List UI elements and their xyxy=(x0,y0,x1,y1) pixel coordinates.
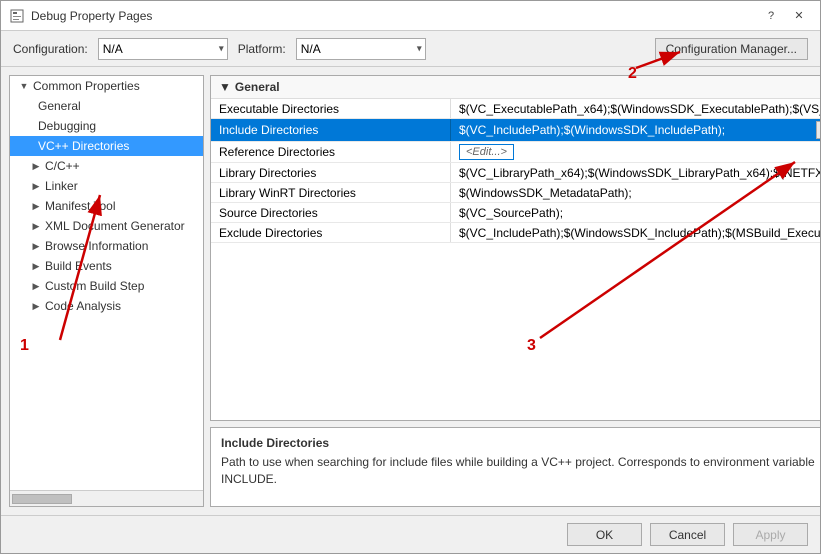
config-bar: Configuration: N/A Platform: N/A Configu… xyxy=(1,31,820,67)
config-select-wrapper: N/A xyxy=(98,38,228,60)
tree-item-custom-build-label: Custom Build Step xyxy=(45,279,144,293)
config-label: Configuration: xyxy=(13,42,88,56)
description-title: Include Directories xyxy=(221,436,820,450)
tree-item-browse-info[interactable]: ▶ Browse Information xyxy=(10,236,203,256)
close-button[interactable]: ✕ xyxy=(786,6,812,26)
description-text: Path to use when searching for include f… xyxy=(221,454,820,488)
prop-value-winrt: $(WindowsSDK_MetadataPath); xyxy=(451,183,820,202)
build-events-expander-icon: ▶ xyxy=(30,260,42,272)
prop-value-text-source: $(VC_SourcePath); xyxy=(459,206,820,220)
prop-value-text-library: $(VC_LibraryPath_x64);$(WindowsSDK_Libra… xyxy=(459,166,820,180)
tree-item-vc-directories[interactable]: VC++ Directories xyxy=(10,136,203,156)
section-expander-icon: ▼ xyxy=(219,80,231,94)
properties-icon xyxy=(9,8,25,24)
prop-name-include: Include Directories xyxy=(211,119,451,141)
title-bar-controls: ? ✕ xyxy=(758,6,812,26)
prop-name-source: Source Directories xyxy=(211,203,451,222)
title-bar-left: Debug Property Pages xyxy=(9,8,152,24)
prop-value-library: $(VC_LibraryPath_x64);$(WindowsSDK_Libra… xyxy=(451,163,820,182)
tree-item-linker[interactable]: ▶ Linker xyxy=(10,176,203,196)
linker-expander-icon: ▶ xyxy=(30,180,42,192)
tree-item-cpp-label: C/C++ xyxy=(45,159,80,173)
tree-item-xml-label: XML Document Generator xyxy=(45,219,185,233)
manifest-expander-icon: ▶ xyxy=(30,200,42,212)
table-row-exclude[interactable]: Exclude Directories $(VC_IncludePath);$(… xyxy=(211,223,820,243)
tree-root-label: Common Properties xyxy=(33,79,140,93)
platform-label: Platform: xyxy=(238,42,286,56)
tree-item-build-events[interactable]: ▶ Build Events xyxy=(10,256,203,276)
tree-item-general-label: General xyxy=(38,99,81,113)
tree-item-linker-label: Linker xyxy=(45,179,78,193)
cancel-button[interactable]: Cancel xyxy=(650,523,725,546)
xml-expander-icon: ▶ xyxy=(30,220,42,232)
prop-value-source: $(VC_SourcePath); xyxy=(451,203,820,222)
tree-scrollbar-thumb[interactable] xyxy=(12,494,72,504)
prop-value-reference: <Edit...> xyxy=(451,142,820,162)
tree-item-browse-label: Browse Information xyxy=(45,239,148,253)
tree-item-code-analysis[interactable]: ▶ Code Analysis xyxy=(10,296,203,316)
prop-value-executable: $(VC_ExecutablePath_x64);$(WindowsSDK_Ex… xyxy=(451,99,820,118)
right-panel: ▼ General Executable Directories $(VC_Ex… xyxy=(210,75,820,507)
dialog-window: Debug Property Pages ? ✕ Configuration: … xyxy=(0,0,821,554)
table-row-reference[interactable]: Reference Directories <Edit...> xyxy=(211,142,820,163)
table-row-library[interactable]: Library Directories $(VC_LibraryPath_x64… xyxy=(211,163,820,183)
ok-button[interactable]: OK xyxy=(567,523,642,546)
tree-item-build-events-label: Build Events xyxy=(45,259,112,273)
apply-button[interactable]: Apply xyxy=(733,523,808,546)
properties-panel: ▼ General Executable Directories $(VC_Ex… xyxy=(210,75,820,421)
include-dropdown-button[interactable]: ▾ xyxy=(816,121,820,139)
properties-table: Executable Directories $(VC_ExecutablePa… xyxy=(211,99,820,420)
prop-name-executable: Executable Directories xyxy=(211,99,451,118)
tree-item-custom-build[interactable]: ▶ Custom Build Step xyxy=(10,276,203,296)
section-header-label: General xyxy=(235,80,280,94)
tree-item-debugging-label: Debugging xyxy=(38,119,96,133)
code-analysis-expander-icon: ▶ xyxy=(30,300,42,312)
tree-item-manifest-tool[interactable]: ▶ Manifest Tool xyxy=(10,196,203,216)
tree-item-xml-generator[interactable]: ▶ XML Document Generator xyxy=(10,216,203,236)
browse-expander-icon: ▶ xyxy=(30,240,42,252)
main-content: ▼ Common Properties General Debugging VC… xyxy=(1,67,820,515)
root-expander-icon: ▼ xyxy=(18,80,30,92)
edit-indicator[interactable]: <Edit...> xyxy=(459,144,514,160)
prop-name-library: Library Directories xyxy=(211,163,451,182)
tree-item-cpp[interactable]: ▶ C/C++ xyxy=(10,156,203,176)
prop-value-text-winrt: $(WindowsSDK_MetadataPath); xyxy=(459,186,820,200)
bottom-bar: OK Cancel Apply xyxy=(1,515,820,553)
prop-value-include[interactable]: $(VC_IncludePath);$(WindowsSDK_IncludePa… xyxy=(451,119,820,141)
platform-select[interactable]: N/A xyxy=(296,38,426,60)
prop-value-text-executable: $(VC_ExecutablePath_x64);$(WindowsSDK_Ex… xyxy=(459,102,820,116)
prop-name-reference: Reference Directories xyxy=(211,142,451,162)
prop-value-text-exclude: $(VC_IncludePath);$(WindowsSDK_IncludePa… xyxy=(459,226,820,240)
tree-item-manifest-label: Manifest Tool xyxy=(45,199,115,213)
tree-item-vc-directories-label: VC++ Directories xyxy=(38,139,129,153)
window-title: Debug Property Pages xyxy=(31,9,152,23)
prop-name-winrt: Library WinRT Directories xyxy=(211,183,451,202)
tree-item-debugging[interactable]: Debugging xyxy=(10,116,203,136)
tree-root-item[interactable]: ▼ Common Properties xyxy=(10,76,203,96)
help-button[interactable]: ? xyxy=(758,6,784,26)
tree-item-general[interactable]: General xyxy=(10,96,203,116)
prop-name-exclude: Exclude Directories xyxy=(211,223,451,242)
prop-value-text-include: $(VC_IncludePath);$(WindowsSDK_IncludePa… xyxy=(459,123,814,137)
table-row[interactable]: Executable Directories $(VC_ExecutablePa… xyxy=(211,99,820,119)
platform-select-wrapper: N/A xyxy=(296,38,426,60)
cpp-expander-icon: ▶ xyxy=(30,160,42,172)
tree-item-code-analysis-label: Code Analysis xyxy=(45,299,121,313)
title-bar: Debug Property Pages ? ✕ xyxy=(1,1,820,31)
tree-scrollbar[interactable] xyxy=(10,490,203,506)
prop-value-exclude: $(VC_IncludePath);$(WindowsSDK_IncludePa… xyxy=(451,223,820,242)
tree-panel: ▼ Common Properties General Debugging VC… xyxy=(9,75,204,507)
config-manager-button[interactable]: Configuration Manager... xyxy=(655,38,808,60)
description-panel: Include Directories Path to use when sea… xyxy=(210,427,820,507)
table-row-winrt[interactable]: Library WinRT Directories $(WindowsSDK_M… xyxy=(211,183,820,203)
table-row-include[interactable]: Include Directories $(VC_IncludePath);$(… xyxy=(211,119,820,142)
custom-build-expander-icon: ▶ xyxy=(30,280,42,292)
section-header: ▼ General xyxy=(211,76,820,99)
table-row-source[interactable]: Source Directories $(VC_SourcePath); xyxy=(211,203,820,223)
config-select[interactable]: N/A xyxy=(98,38,228,60)
